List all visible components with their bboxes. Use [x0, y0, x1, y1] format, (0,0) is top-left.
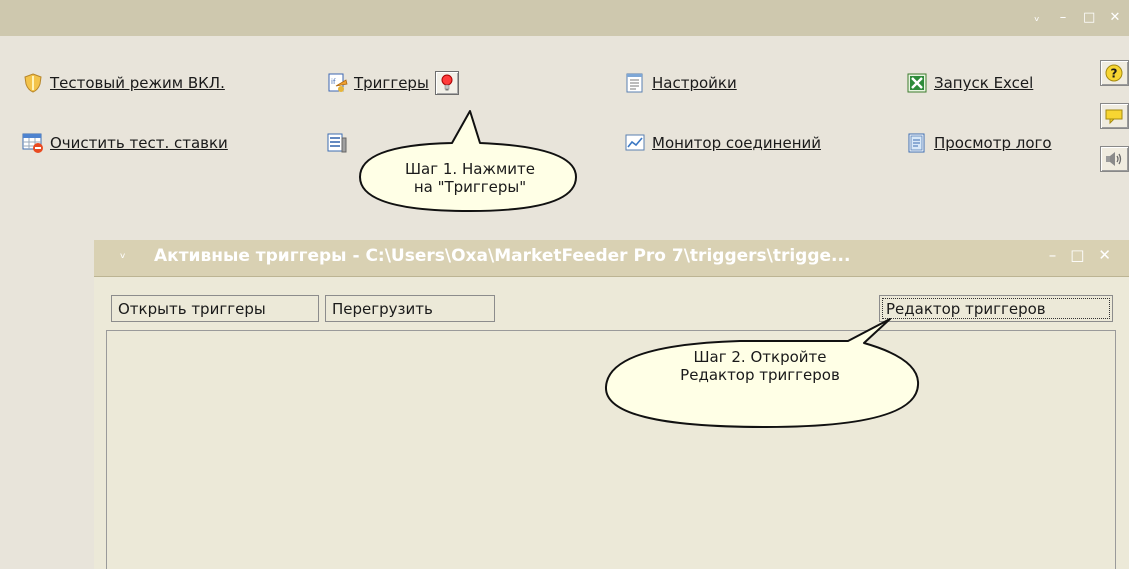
reload-button[interactable]: Перегрузить	[325, 295, 495, 322]
log-viewer-icon	[906, 132, 928, 154]
step2-callout: Шаг 2. Откройте Редактор триггеров	[660, 348, 860, 384]
connection-monitor-link[interactable]: Монитор соединений	[652, 134, 821, 152]
shield-icon	[22, 72, 44, 94]
excel-item[interactable]: Запуск Excel	[906, 70, 1033, 96]
comment-button[interactable]	[1100, 103, 1129, 129]
main-title-bar: ᵥ – □ ✕	[0, 0, 1129, 36]
sound-icon	[1106, 152, 1122, 166]
svg-text:if: if	[331, 78, 336, 86]
settings-icon	[624, 72, 646, 94]
inner-minimize-button[interactable]: –	[1049, 246, 1057, 264]
triggers-item[interactable]: if Триггеры	[326, 70, 459, 96]
settings-item[interactable]: Настройки	[624, 70, 737, 96]
excel-link[interactable]: Запуск Excel	[934, 74, 1033, 92]
help-button[interactable]: ?	[1100, 60, 1129, 86]
clear-bets-icon	[22, 132, 44, 154]
close-button[interactable]: ✕	[1109, 10, 1121, 25]
sound-button[interactable]	[1100, 146, 1129, 172]
clear-bets-item[interactable]: Очистить тест. ставки	[22, 130, 228, 156]
active-triggers-window: ᵥ Активные триггеры - C:\Users\Oxa\Marke…	[94, 240, 1129, 569]
log-viewer-item[interactable]: Просмотр лого	[906, 130, 1052, 156]
inner-maximize-button[interactable]: □	[1070, 246, 1084, 264]
step1-line1: Шаг 1. Нажмите	[405, 160, 535, 178]
clear-bets-link[interactable]: Очистить тест. ставки	[50, 134, 228, 152]
test-mode-link[interactable]: Тестовый режим ВКЛ.	[50, 74, 225, 92]
list-icon	[326, 132, 348, 154]
step1-callout: Шаг 1. Нажмите на "Триггеры"	[395, 160, 545, 196]
maximize-button[interactable]: □	[1083, 10, 1095, 25]
triggers-link[interactable]: Триггеры	[354, 74, 429, 92]
step2-line2: Редактор триггеров	[680, 366, 840, 384]
svg-text:?: ?	[1111, 67, 1118, 81]
step1-line2: на "Триггеры"	[413, 178, 527, 196]
test-mode-item[interactable]: Тестовый режим ВКЛ.	[22, 70, 225, 96]
step2-line1: Шаг 2. Откройте	[693, 348, 827, 366]
connection-monitor-item[interactable]: Монитор соединений	[624, 130, 821, 156]
triggers-list-area	[106, 330, 1116, 569]
second-row-item[interactable]	[326, 130, 348, 156]
triggers-icon: if	[326, 72, 348, 94]
connection-monitor-icon	[624, 132, 646, 154]
log-viewer-link[interactable]: Просмотр лого	[934, 134, 1052, 152]
comment-icon	[1105, 109, 1123, 125]
trigger-toggle-button[interactable]	[434, 71, 459, 95]
app-window: ᵥ – □ ✕ Тестовый режим ВКЛ. if Триггеры	[0, 0, 1129, 569]
active-triggers-window-controls: – □ ✕	[1049, 246, 1111, 264]
minimize-button[interactable]: –	[1057, 10, 1069, 25]
collapse-button[interactable]: ᵥ	[1031, 10, 1043, 25]
main-window-controls: ᵥ – □ ✕	[1031, 10, 1121, 25]
help-icon: ?	[1105, 64, 1123, 82]
excel-icon	[906, 72, 928, 94]
settings-link[interactable]: Настройки	[652, 74, 737, 92]
active-triggers-title-bar: ᵥ Активные триггеры - C:\Users\Oxa\Marke…	[94, 240, 1129, 277]
inner-close-button[interactable]: ✕	[1098, 246, 1111, 264]
bulb-icon	[441, 74, 453, 91]
active-triggers-title: Активные триггеры - C:\Users\Oxa\MarketF…	[154, 246, 851, 266]
trigger-editor-button[interactable]: Редактор триггеров	[879, 295, 1113, 322]
open-triggers-button[interactable]: Открыть триггеры	[111, 295, 319, 322]
window-menu-icon[interactable]: ᵥ	[120, 246, 126, 262]
